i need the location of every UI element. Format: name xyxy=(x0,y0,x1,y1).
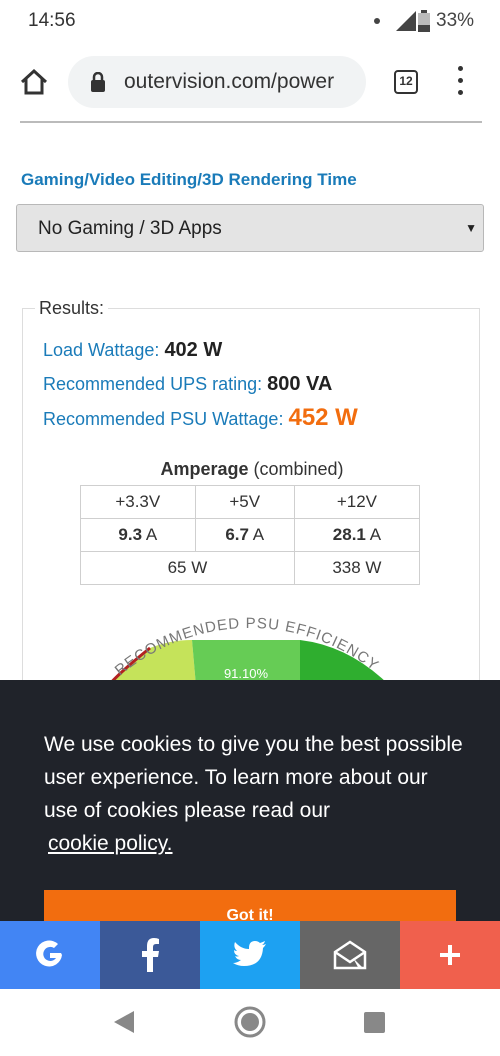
amp-3v3-value: 9.3 xyxy=(118,525,143,544)
browser-toolbar: outervision.com/power 12 xyxy=(0,44,500,120)
battery-percent: 33% xyxy=(436,10,475,31)
gauge-value: 91.10% xyxy=(224,666,269,681)
recents-icon[interactable] xyxy=(364,1012,385,1033)
divider xyxy=(20,121,482,123)
dropdown-arrow-icon: ▼ xyxy=(465,221,477,235)
notification-dot-icon xyxy=(374,18,380,24)
amp-12v-value: 28.1 xyxy=(332,525,366,544)
amp-5v-value: 6.7 xyxy=(225,525,249,544)
battery-icon xyxy=(418,10,430,32)
table-row: 65 W 338 W xyxy=(80,551,421,585)
results-legend: Results: xyxy=(35,298,109,319)
system-nav-bar xyxy=(0,989,500,1056)
lock-icon xyxy=(91,72,105,92)
psu-efficiency-gauge: RECOMMENDED PSU EFFICIENCY 91.10% xyxy=(106,615,390,686)
tab-switcher-button[interactable]: 12 xyxy=(394,70,418,94)
load-wattage-row: Load Wattage: 402 W xyxy=(43,339,222,362)
share-email-button[interactable] xyxy=(300,921,400,989)
psu-wattage-value: 452 W xyxy=(288,404,358,431)
watts-12v-cell: 338 W xyxy=(293,551,421,585)
share-google-button[interactable] xyxy=(0,921,100,989)
amperage-title: Amperage (combined) xyxy=(23,459,481,480)
ups-rating-row: Recommended UPS rating: 800 VA xyxy=(43,373,332,396)
status-time: 14:56 xyxy=(28,10,76,31)
table-row: 9.3 A 6.7 A 28.1 A xyxy=(80,518,421,552)
rail-3v3-header: +3.3V xyxy=(80,485,196,519)
google-icon xyxy=(36,940,62,967)
amperage-table: +3.3V +5V +12V 9.3 A 6.7 A 28.1 A 65 W 3… xyxy=(80,485,421,585)
email-icon xyxy=(333,940,367,970)
plus-icon xyxy=(440,945,460,965)
facebook-icon xyxy=(142,938,159,972)
rail-5v-header: +5V xyxy=(194,485,295,519)
gaming-time-select[interactable]: No Gaming / 3D Apps ▼ xyxy=(16,204,484,252)
gaming-time-selected: No Gaming / 3D Apps xyxy=(38,218,222,239)
amp-3v3-cell: 9.3 A xyxy=(80,518,196,552)
ups-rating-value: 800 VA xyxy=(267,373,333,395)
cookie-policy-link[interactable]: cookie policy. xyxy=(48,832,173,856)
load-wattage-label: Load Wattage: xyxy=(43,340,160,360)
status-bar: 14:56 33% xyxy=(0,0,500,44)
load-wattage-value: 402 W xyxy=(164,339,223,361)
cookie-banner: We use cookies to give you the best poss… xyxy=(0,680,500,930)
signal-icon xyxy=(396,11,416,31)
amp-unit: A xyxy=(369,525,382,544)
amperage-note: (combined) xyxy=(253,459,344,479)
gaming-time-label: Gaming/Video Editing/3D Rendering Time xyxy=(21,170,357,189)
home-nav-icon[interactable] xyxy=(233,1005,267,1039)
amp-unit: A xyxy=(252,525,265,544)
psu-wattage-row: Recommended PSU Wattage: 452 W xyxy=(43,404,358,432)
rail-12v-header: +12V xyxy=(293,485,421,519)
back-icon[interactable] xyxy=(114,1011,134,1033)
psu-wattage-label: Recommended PSU Wattage: xyxy=(43,409,284,429)
twitter-icon xyxy=(233,941,266,966)
url-text: outervision.com/power xyxy=(124,70,335,93)
amp-12v-cell: 28.1 A xyxy=(293,518,421,552)
cookie-message: We use cookies to give you the best poss… xyxy=(44,733,463,822)
page: 14:56 33% outervision.com/power 12 Gamin… xyxy=(0,0,500,1056)
share-more-button[interactable] xyxy=(400,921,500,989)
amp-unit: A xyxy=(145,525,158,544)
watts-combined-cell: 65 W xyxy=(80,551,295,585)
share-twitter-button[interactable] xyxy=(200,921,300,989)
share-facebook-button[interactable] xyxy=(100,921,200,989)
amperage-heading: Amperage xyxy=(160,459,249,479)
overflow-menu-icon[interactable] xyxy=(448,66,472,100)
amp-5v-cell: 6.7 A xyxy=(194,518,295,552)
home-icon[interactable] xyxy=(14,62,54,102)
share-bar xyxy=(0,921,500,989)
address-bar[interactable]: outervision.com/power xyxy=(68,56,366,108)
ups-rating-label: Recommended UPS rating: xyxy=(43,374,263,394)
table-row: +3.3V +5V +12V xyxy=(80,485,421,519)
